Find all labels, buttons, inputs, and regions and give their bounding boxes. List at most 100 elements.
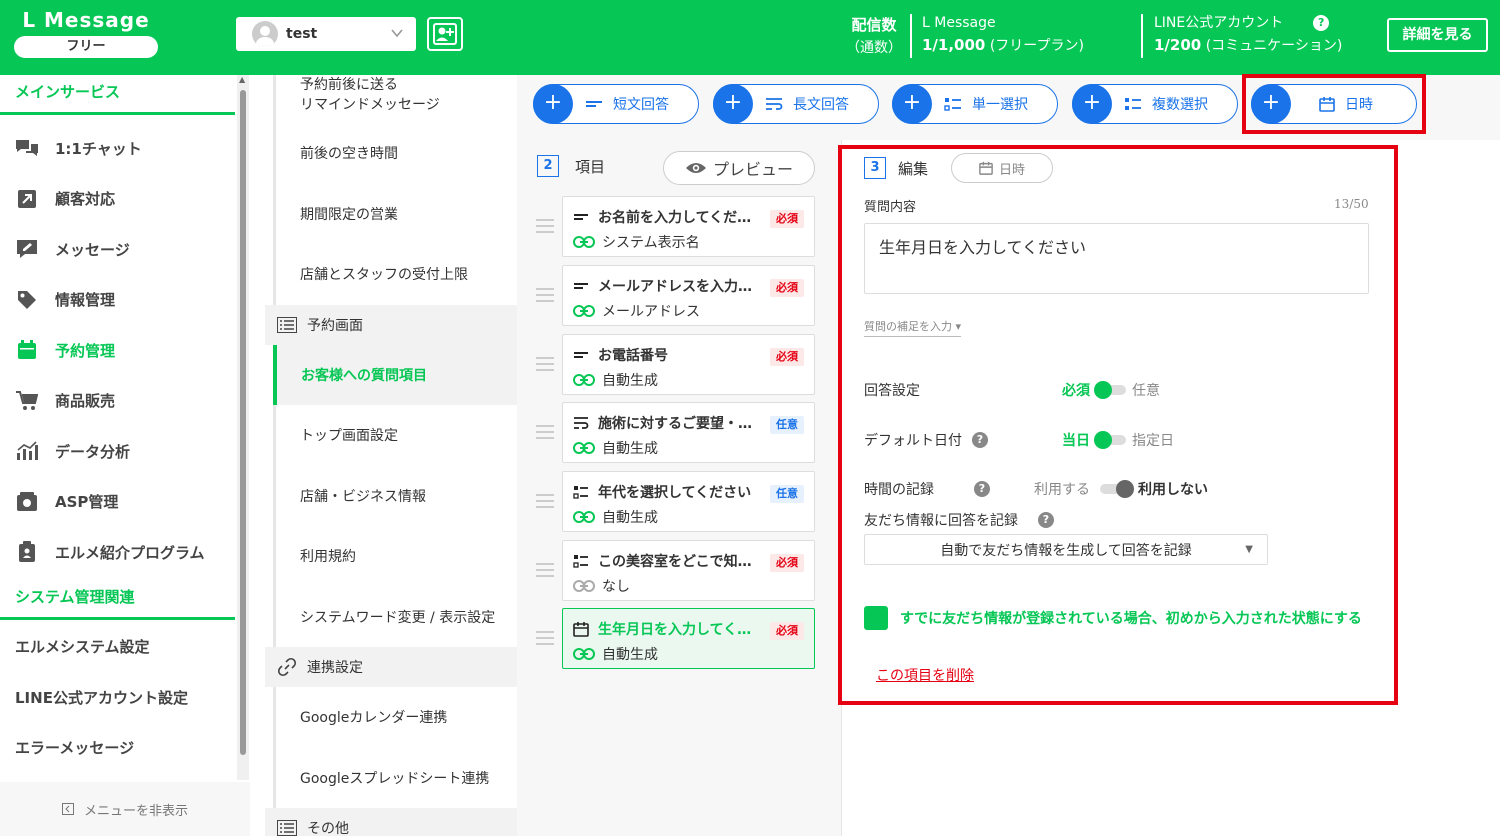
submenu-item-limited[interactable]: 期間限定の営業 — [273, 183, 517, 244]
short-text-icon — [573, 211, 589, 223]
line-usage: LINE公式アカウント? 1/200 (コミュニケーション) — [1154, 12, 1342, 57]
delivery-sub: （通数） — [846, 40, 902, 56]
sidebar-item-customer[interactable]: 顧客対応 — [0, 174, 235, 225]
sidebar-item-label: データ分析 — [55, 442, 131, 461]
question-item[interactable]: この美容室をどこで知… 必須 なし — [536, 540, 815, 601]
submenu-item-capacity[interactable]: 店舗とスタッフの受付上限 — [273, 244, 517, 305]
submenu-item-google-calendar[interactable]: Googleカレンダー連携 — [273, 687, 517, 748]
account-selector[interactable]: test — [236, 17, 416, 51]
sidebar-item-label: メッセージ — [55, 240, 130, 259]
required-badge: 必須 — [770, 210, 804, 228]
link-icon — [573, 511, 595, 523]
help-icon[interactable]: ? — [1313, 15, 1330, 31]
eye-icon — [685, 161, 707, 175]
required-badge: 必須 — [770, 348, 804, 366]
add-short-answer-button[interactable]: + 短文回答 — [533, 84, 699, 124]
type-label: 短文回答 — [613, 97, 669, 113]
optional-badge: 任意 — [770, 485, 804, 503]
question-item[interactable]: 施術に対するご要望・… 任意 自動生成 — [536, 402, 815, 463]
hide-menu-button[interactable]: メニューを非表示 — [0, 782, 250, 836]
sidebar: メインサービス 1:1チャット 顧客対応 メッセージ 情報管理 予約管理 商品販… — [0, 75, 250, 836]
submenu-item-questions[interactable]: お客様への質問項目 — [273, 344, 517, 405]
add-multiple-choice-button[interactable]: + 複数選択 — [1072, 84, 1238, 124]
link-icon — [573, 305, 595, 317]
hide-menu-label: メニューを非表示 — [83, 803, 188, 819]
items-title: 項目 — [575, 157, 606, 176]
question-item[interactable]: メールアドレスを入力… 必須 メールアドレス — [536, 265, 815, 326]
submenu-item-gap[interactable]: 前後の空き時間 — [273, 123, 517, 184]
details-button[interactable]: 詳細を見る — [1387, 18, 1488, 52]
submenu-item-business-info[interactable]: 店舗・ビジネス情報 — [273, 465, 517, 526]
arrow-icon — [14, 188, 40, 210]
sidebar-item-message[interactable]: メッセージ — [0, 224, 235, 275]
clipboard-icon — [14, 541, 40, 563]
sidebar-item-info[interactable]: 情報管理 — [0, 275, 235, 326]
question-title: お電話番号 — [598, 348, 668, 364]
required-badge: 必須 — [770, 279, 804, 297]
submenu-item-terms[interactable]: 利用規約 — [273, 526, 517, 587]
chat-icon — [14, 137, 40, 159]
list-icon — [277, 316, 297, 333]
sidebar-item-label: 情報管理 — [55, 291, 116, 310]
submenu-item-system-words[interactable]: システムワード変更 / 表示設定 — [273, 586, 517, 647]
drag-handle-icon[interactable] — [536, 288, 554, 302]
link-icon — [573, 442, 595, 454]
type-label: 長文回答 — [793, 97, 849, 113]
add-single-choice-button[interactable]: + 単一選択 — [892, 84, 1058, 124]
cart-icon — [14, 390, 40, 412]
preview-button[interactable]: プレビュー — [663, 151, 815, 185]
sidebar-item-line-settings[interactable]: LINE公式アカウント設定 — [0, 672, 235, 723]
scroll-thumb[interactable] — [240, 90, 246, 755]
drag-handle-icon[interactable] — [536, 494, 554, 508]
question-mapping: 自動生成 — [602, 373, 658, 389]
lmessage-label: L Message — [922, 15, 996, 31]
drag-handle-icon[interactable] — [536, 631, 554, 645]
question-title: 施術に対するご要望・… — [598, 416, 752, 432]
asp-icon — [14, 491, 40, 513]
single-choice-icon — [573, 485, 589, 499]
sidebar-item-chat[interactable]: 1:1チャット — [0, 123, 235, 174]
sidebar-item-asp[interactable]: ASP管理 — [0, 477, 235, 528]
chart-icon — [14, 440, 40, 462]
question-item[interactable]: お電話番号 必須 自動生成 — [536, 334, 815, 395]
question-title: この美容室をどこで知… — [598, 554, 752, 570]
account-name: test — [286, 26, 318, 42]
sidebar-scrollbar[interactable]: ▲ — [237, 75, 249, 780]
reservation-submenu: 予約前後に送る リマインドメッセージ 前後の空き時間 期間限定の営業 店舗とスタッ… — [265, 75, 517, 836]
sidebar-item-error-messages[interactable]: エラーメッセージ — [0, 723, 235, 774]
question-mapping: 自動生成 — [602, 441, 658, 457]
calendar-icon — [573, 621, 589, 637]
drag-handle-icon[interactable] — [536, 425, 554, 439]
sidebar-item-sales[interactable]: 商品販売 — [0, 376, 235, 427]
items-panel: 2 項目 プレビュー お名前を入力してくだ… 必須 システム表示名 メールアドレ… — [517, 140, 841, 836]
sidebar-item-analytics[interactable]: データ分析 — [0, 426, 235, 477]
collapse-icon — [61, 803, 74, 815]
logo[interactable]: L Message フリー — [14, 8, 158, 58]
sidebar-item-referral[interactable]: エルメ紹介プログラム — [0, 527, 235, 578]
question-item-selected[interactable]: 生年月日を入力してく… 必須 自動生成 — [536, 608, 815, 669]
submenu-item-top-settings[interactable]: トップ画面設定 — [273, 405, 517, 466]
sidebar-item-label: エルメ紹介プログラム — [55, 543, 205, 562]
question-item[interactable]: お名前を入力してくだ… 必須 システム表示名 — [536, 196, 815, 257]
link-icon — [573, 648, 595, 660]
sidebar-item-reservation[interactable]: 予約管理 — [0, 325, 235, 376]
question-mapping: システム表示名 — [602, 235, 700, 251]
drag-handle-icon[interactable] — [536, 357, 554, 371]
add-long-answer-button[interactable]: + 長文回答 — [713, 84, 879, 124]
submenu-item-remind[interactable]: 予約前後に送る リマインドメッセージ — [273, 75, 517, 123]
drag-handle-icon[interactable] — [536, 219, 554, 233]
message-icon — [14, 238, 40, 260]
scroll-up-icon[interactable]: ▲ — [239, 75, 245, 84]
add-user-icon[interactable] — [427, 17, 463, 51]
line-plan: (コミュニケーション) — [1205, 38, 1343, 54]
single-choice-icon — [573, 554, 589, 568]
sidebar-item-system-settings[interactable]: エルメシステム設定 — [0, 622, 235, 673]
plus-icon: + — [1072, 84, 1112, 124]
lmessage-value: 1/1,000 — [922, 36, 986, 54]
step-number: 2 — [537, 155, 559, 177]
drag-handle-icon[interactable] — [536, 563, 554, 577]
submenu-item-google-sheets[interactable]: Googleスプレッドシート連携 — [273, 747, 517, 808]
question-item[interactable]: 年代を選択してください 任意 自動生成 — [536, 471, 815, 532]
divider — [910, 14, 912, 58]
question-title: お名前を入力してくだ… — [598, 210, 752, 226]
